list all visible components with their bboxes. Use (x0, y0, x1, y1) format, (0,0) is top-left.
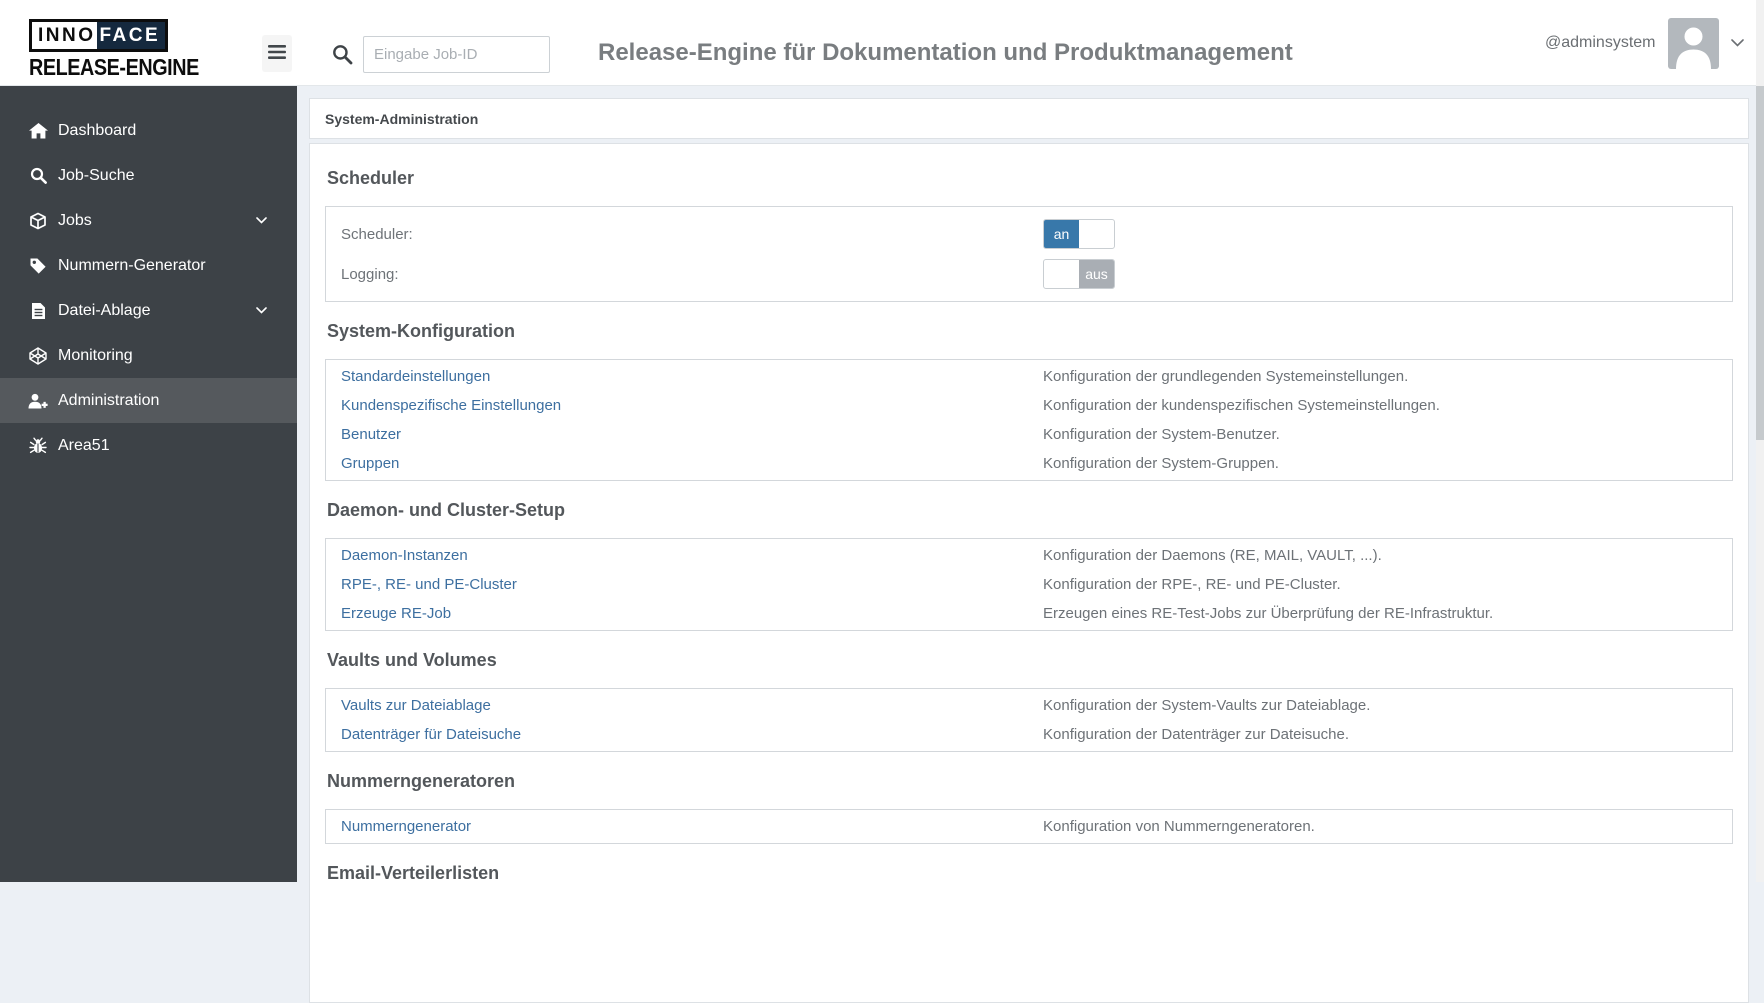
logging-toggle-row: Logging: aus (341, 259, 1717, 289)
link-standardeinstellungen[interactable]: Standardeinstellungen (341, 362, 1043, 391)
section-title-system-konfiguration: System-Konfiguration (327, 321, 516, 341)
link-benutzer[interactable]: Benutzer (341, 420, 1043, 449)
link-nummerngenerator[interactable]: Nummerngenerator (341, 812, 1043, 841)
link-row: RPE-, RE- und PE-Cluster Konfiguration d… (341, 570, 1717, 599)
scheduler-card: Scheduler: an Logging: aus (325, 206, 1733, 302)
link-description: Erzeugen eines RE-Test-Jobs zur Überprüf… (1043, 605, 1494, 622)
link-row: Datenträger für Dateisuche Konfiguration… (341, 720, 1717, 749)
scrollbar-track (1756, 0, 1764, 882)
sidebar-item-jobs[interactable]: Jobs (0, 198, 297, 243)
chevron-down-icon (1730, 34, 1744, 52)
bars-icon (268, 45, 286, 62)
section-title-daemon-cluster-setup: Daemon- und Cluster-Setup (327, 500, 566, 520)
sidebar-item-administration[interactable]: Administration (0, 378, 297, 423)
link-row: Daemon-Instanzen Konfiguration der Daemo… (341, 541, 1717, 570)
link-description: Konfiguration der grundlegenden Systemei… (1043, 368, 1409, 385)
link-rpe-re-pe-cluster[interactable]: RPE-, RE- und PE-Cluster (341, 570, 1043, 599)
logo-wordmark: INNO FACE (29, 19, 169, 52)
logo-part-inno: INNO (32, 22, 97, 49)
section-title-vaults-volumes: Vaults und Volumes (327, 650, 497, 670)
avatar (1667, 17, 1719, 69)
sidebar: Dashboard Job-Suche Jobs Nummern-Generat… (0, 86, 297, 882)
bug-icon (28, 437, 48, 455)
sidebar-item-label: Nummern-Generator (58, 256, 206, 274)
user-menu[interactable]: @adminsystem (1545, 0, 1744, 86)
link-erzeuge-re-job[interactable]: Erzeuge RE-Job (341, 599, 1043, 628)
nummerngeneratoren-card: Nummerngenerator Konfiguration von Numme… (325, 809, 1733, 844)
codepen-icon (28, 346, 48, 365)
logging-toggle-label: Logging: (341, 265, 399, 283)
logging-toggle[interactable]: aus (1043, 259, 1115, 289)
link-vaults-zur-dateiablage[interactable]: Vaults zur Dateiablage (341, 691, 1043, 720)
logo-subtitle: RELEASE-ENGINE (29, 54, 199, 80)
link-datentraeger-fuer-dateisuche[interactable]: Datenträger für Dateisuche (341, 720, 1043, 749)
sidebar-item-label: Jobs (58, 211, 92, 229)
sidebar-item-label: Dashboard (58, 121, 137, 139)
vaults-volumes-card: Vaults zur Dateiablage Konfiguration der… (325, 688, 1733, 752)
sidebar-item-datei-ablage[interactable]: Datei-Ablage (0, 288, 297, 333)
sidebar-item-monitoring[interactable]: Monitoring (0, 333, 297, 378)
link-row: Erzeuge RE-Job Erzeugen eines RE-Test-Jo… (341, 599, 1717, 628)
link-gruppen[interactable]: Gruppen (341, 449, 1043, 478)
link-row: Nummerngenerator Konfiguration von Numme… (341, 812, 1717, 841)
link-description: Konfiguration der System-Benutzer. (1043, 426, 1280, 443)
user-name: @adminsystem (1545, 34, 1656, 51)
sidebar-item-label: Datei-Ablage (58, 301, 151, 319)
header: INNOFACE RELEASE-ENGINE Release-Engine f… (0, 0, 1764, 86)
link-description: Konfiguration der kundenspezifischen Sys… (1043, 397, 1440, 414)
system-konfiguration-card: Standardeinstellungen Konfiguration der … (325, 359, 1733, 481)
search-icon (28, 167, 48, 184)
link-row: Kundenspezifische Einstellungen Konfigur… (341, 391, 1717, 420)
link-description: Konfiguration der System-Vaults zur Date… (1043, 697, 1371, 714)
section-title-nummerngeneratoren: Nummerngeneratoren (327, 771, 516, 791)
chevron-down-icon (256, 217, 267, 224)
logo[interactable]: INNO FACE RELEASE-ENGINE (29, 19, 226, 81)
sidebar-item-label: Area51 (58, 436, 110, 454)
section-title-email-verteilerlisten: Email-Verteilerlisten (327, 863, 500, 883)
toggle-off-label: aus (1079, 260, 1114, 288)
link-row: Gruppen Konfiguration der System-Gruppen… (341, 449, 1717, 478)
sidebar-toggle-button[interactable] (262, 35, 292, 72)
link-row: Standardeinstellungen Konfiguration der … (341, 362, 1717, 391)
content-header: System-Administration (309, 98, 1749, 139)
cube-icon (28, 212, 48, 230)
admin-panel: Scheduler Scheduler: an Logging: aus Sys… (309, 143, 1749, 1003)
sidebar-item-job-suche[interactable]: Job-Suche (0, 153, 297, 198)
link-row: Benutzer Konfiguration der System-Benutz… (341, 420, 1717, 449)
scheduler-toggle[interactable]: an (1043, 219, 1115, 249)
file-icon (28, 302, 48, 320)
daemon-cluster-card: Daemon-Instanzen Konfiguration der Daemo… (325, 538, 1733, 631)
sidebar-item-label: Monitoring (58, 346, 133, 364)
link-kundenspezifische-einstellungen[interactable]: Kundenspezifische Einstellungen (341, 391, 1043, 420)
toggle-on-side (1044, 260, 1079, 288)
link-description: Konfiguration der Daemons (RE, MAIL, VAU… (1043, 547, 1382, 564)
job-id-search-input[interactable] (363, 36, 550, 73)
link-description: Konfiguration der Datenträger zur Dateis… (1043, 726, 1350, 743)
link-daemon-instanzen[interactable]: Daemon-Instanzen (341, 541, 1043, 570)
page-title: Release-Engine für Dokumentation und Pro… (598, 39, 1293, 66)
scheduler-toggle-row: Scheduler: an (341, 219, 1717, 249)
link-description: Konfiguration von Nummerngeneratoren. (1043, 818, 1315, 835)
scheduler-toggle-label: Scheduler: (341, 225, 413, 243)
scrollbar-thumb[interactable] (1756, 86, 1764, 440)
tag-icon (28, 257, 48, 275)
link-description: Konfiguration der RPE-, RE- und PE-Clust… (1043, 576, 1341, 593)
search-icon (332, 44, 353, 70)
sidebar-item-area51[interactable]: Area51 (0, 423, 297, 468)
user-plus-icon (28, 393, 48, 409)
section-title-scheduler: Scheduler (327, 168, 415, 188)
toggle-on-label: an (1044, 220, 1079, 248)
breadcrumb: System-Administration (325, 110, 479, 127)
sidebar-item-nummern-generator[interactable]: Nummern-Generator (0, 243, 297, 288)
toggle-off-side (1079, 220, 1114, 248)
chevron-down-icon (256, 307, 267, 314)
link-row: Vaults zur Dateiablage Konfiguration der… (341, 691, 1717, 720)
link-description: Konfiguration der System-Gruppen. (1043, 455, 1279, 472)
sidebar-item-label: Administration (58, 391, 160, 409)
sidebar-item-label: Job-Suche (58, 166, 135, 184)
home-icon (28, 122, 48, 139)
logo-part-face: FACE (96, 22, 166, 49)
sidebar-item-dashboard[interactable]: Dashboard (0, 108, 297, 153)
